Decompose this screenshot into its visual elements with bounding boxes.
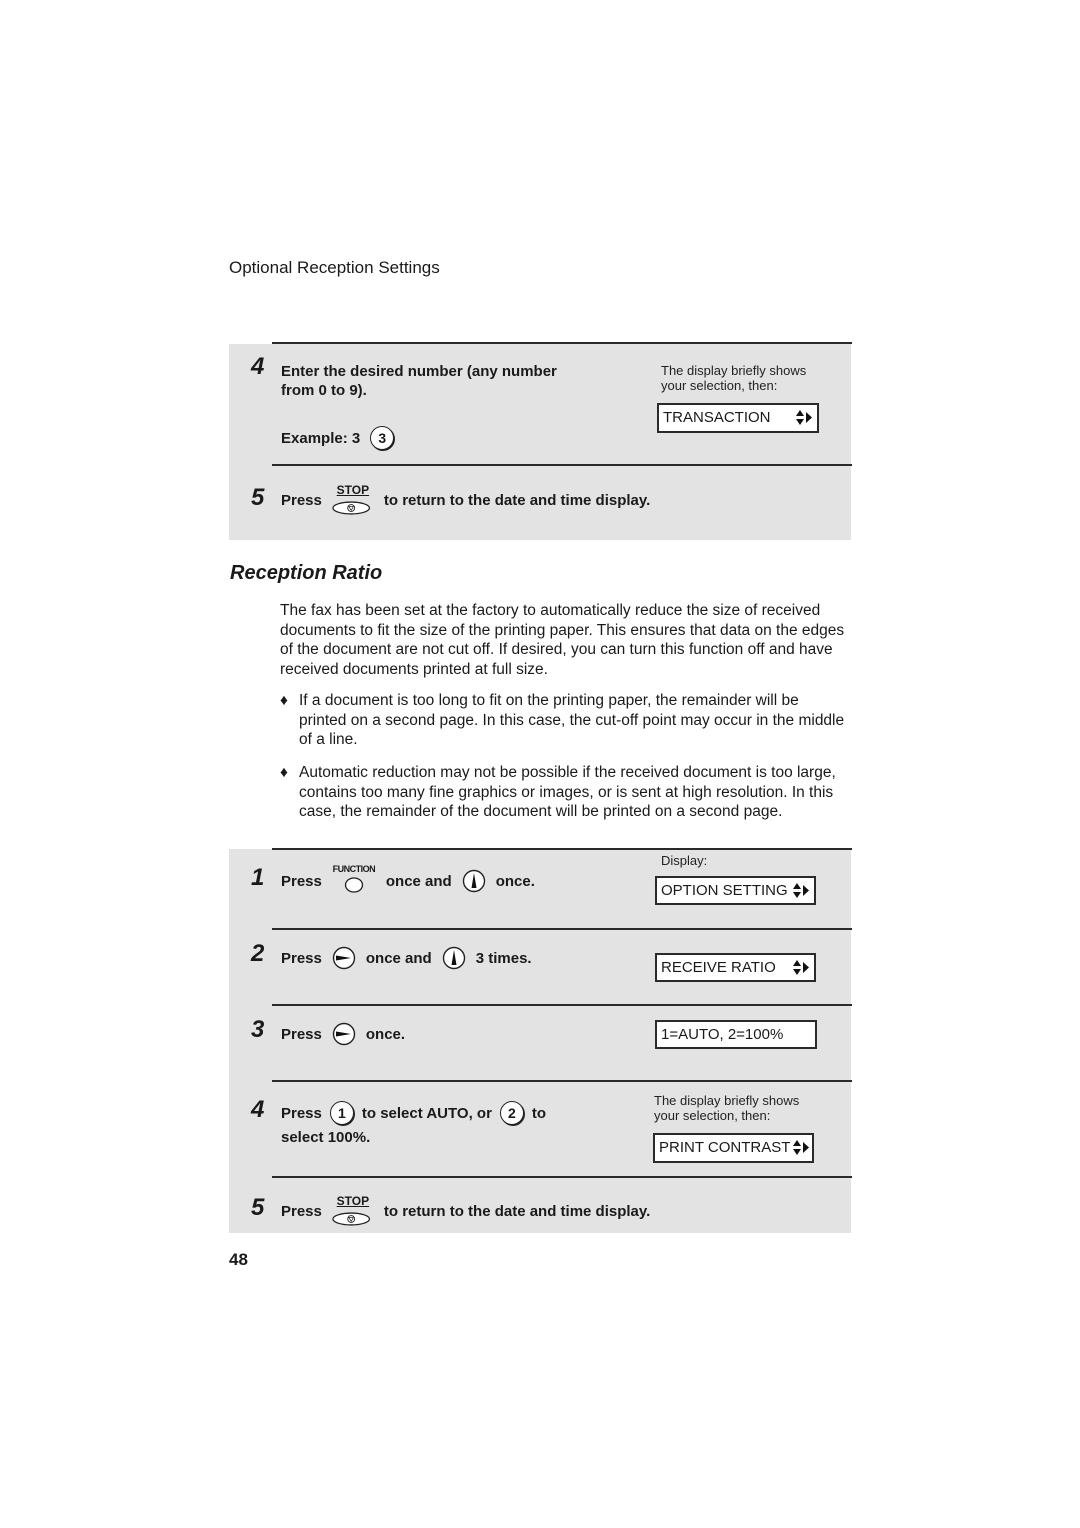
lcd-text: OPTION SETTING	[661, 882, 788, 899]
display-label: Display:	[661, 853, 708, 868]
stop-key[interactable]: STOP	[330, 1194, 376, 1227]
step-text-end: once.	[365, 1025, 406, 1043]
example-label: Example: 3	[281, 429, 361, 447]
note-line: your selection, then:	[654, 1108, 771, 1123]
divider	[272, 342, 852, 344]
step-text-line: from 0 to 9).	[281, 382, 367, 399]
lcd-display: TRANSACTION	[657, 403, 819, 433]
stop-key[interactable]: STOP	[330, 483, 376, 516]
step-text-mid: to select AUTO, or	[361, 1104, 492, 1122]
lcd-display: OPTION SETTING	[655, 876, 816, 905]
number-key-2[interactable]: 2	[499, 1101, 524, 1125]
display-note: The display briefly shows your selection…	[661, 363, 806, 393]
step-text-end: 3 times.	[475, 949, 532, 967]
divider	[272, 928, 852, 930]
function-key-label: FUNCTION	[332, 864, 376, 874]
lcd-text: PRINT CONTRAST	[659, 1139, 791, 1156]
press-label: Press	[281, 1104, 322, 1122]
divider	[272, 1176, 852, 1178]
lcd-display: 1=AUTO, 2=100%	[655, 1020, 817, 1049]
divider	[272, 848, 852, 850]
function-key[interactable]: FUNCTION	[332, 864, 376, 897]
step-number: 5	[251, 484, 265, 511]
display-note: The display briefly shows your selection…	[654, 1093, 799, 1123]
lcd-display: PRINT CONTRAST	[653, 1133, 814, 1163]
section-header: Optional Reception Settings	[229, 258, 440, 277]
lcd-text: RECEIVE RATIO	[661, 959, 776, 976]
note-line: your selection, then:	[661, 378, 778, 393]
function-button-icon	[344, 877, 364, 893]
stop-key-label: STOP	[336, 483, 370, 497]
step-text: Press once and 3 times.	[281, 945, 532, 971]
step-number: 1	[251, 864, 265, 891]
step-text-mid: once and	[365, 949, 432, 967]
page-number: 48	[229, 1250, 248, 1269]
press-label: Press	[281, 872, 322, 890]
up-arrow-key-icon[interactable]	[442, 946, 466, 970]
step-text: Press once.	[281, 1021, 405, 1047]
step-text-line: Enter the desired number (any number	[281, 363, 557, 380]
stop-icon	[332, 501, 370, 515]
note-line: The display briefly shows	[654, 1093, 800, 1108]
key-label: 1	[337, 1105, 346, 1121]
press-label: Press	[281, 491, 322, 509]
divider	[272, 464, 852, 466]
step-text-mid: once and	[385, 872, 452, 890]
step-text-rest: to return to the date and time display.	[383, 1202, 651, 1220]
number-key-3[interactable]: 3	[370, 426, 395, 450]
step-text-line2: select 100%.	[281, 1129, 371, 1146]
diamond-bullet-icon: ♦	[280, 692, 288, 709]
note-line: The display briefly shows	[661, 363, 807, 378]
bullet-text: If a document is too long to fit on the …	[299, 692, 845, 748]
stop-icon	[332, 1212, 370, 1226]
scroll-arrows-icon	[793, 960, 809, 975]
lcd-display: RECEIVE RATIO	[655, 953, 816, 982]
diamond-bullet-icon: ♦	[280, 764, 288, 781]
press-label: Press	[281, 1202, 322, 1220]
step-text: Press STOP to return to the date and tim…	[281, 1194, 651, 1227]
lcd-text: TRANSACTION	[663, 409, 771, 426]
number-key-1[interactable]: 1	[329, 1101, 354, 1125]
press-label: Press	[281, 949, 322, 967]
step-text-rest: to return to the date and time display.	[383, 491, 651, 509]
key-label: 2	[508, 1105, 516, 1121]
key-label: 3	[378, 430, 387, 446]
stop-key-label: STOP	[336, 1194, 370, 1208]
step-number: 3	[251, 1016, 265, 1043]
intro-paragraph: The fax has been set at the factory to a…	[280, 602, 845, 678]
step-text-end: once.	[495, 872, 535, 890]
step-number: 4	[251, 1096, 265, 1123]
section-heading: Reception Ratio	[230, 562, 383, 584]
scroll-arrows-icon	[793, 883, 809, 898]
scroll-arrows-icon	[796, 410, 812, 425]
right-arrow-key-icon[interactable]	[332, 946, 356, 970]
step-text-end: to	[531, 1104, 547, 1122]
step-number: 5	[251, 1194, 265, 1221]
step-text: Press STOP to return to the date and tim…	[281, 483, 651, 516]
step-number: 4	[251, 353, 265, 380]
divider	[272, 1080, 852, 1082]
bullet-text: Automatic reduction may not be possible …	[299, 764, 836, 820]
press-label: Press	[281, 1025, 322, 1043]
right-arrow-key-icon[interactable]	[332, 1022, 356, 1046]
example: Example: 3 3	[281, 424, 395, 452]
divider	[272, 1004, 852, 1006]
step-text: Press 1 to select AUTO, or 2 to	[281, 1100, 546, 1126]
scroll-arrows-icon	[793, 1140, 809, 1155]
step-text: Enter the desired number (any number fro…	[281, 362, 557, 400]
step-number: 2	[251, 940, 265, 967]
up-arrow-key-icon[interactable]	[462, 869, 486, 893]
step-text: Press FUNCTION once and once.	[281, 864, 535, 897]
lcd-text: 1=AUTO, 2=100%	[661, 1026, 784, 1043]
